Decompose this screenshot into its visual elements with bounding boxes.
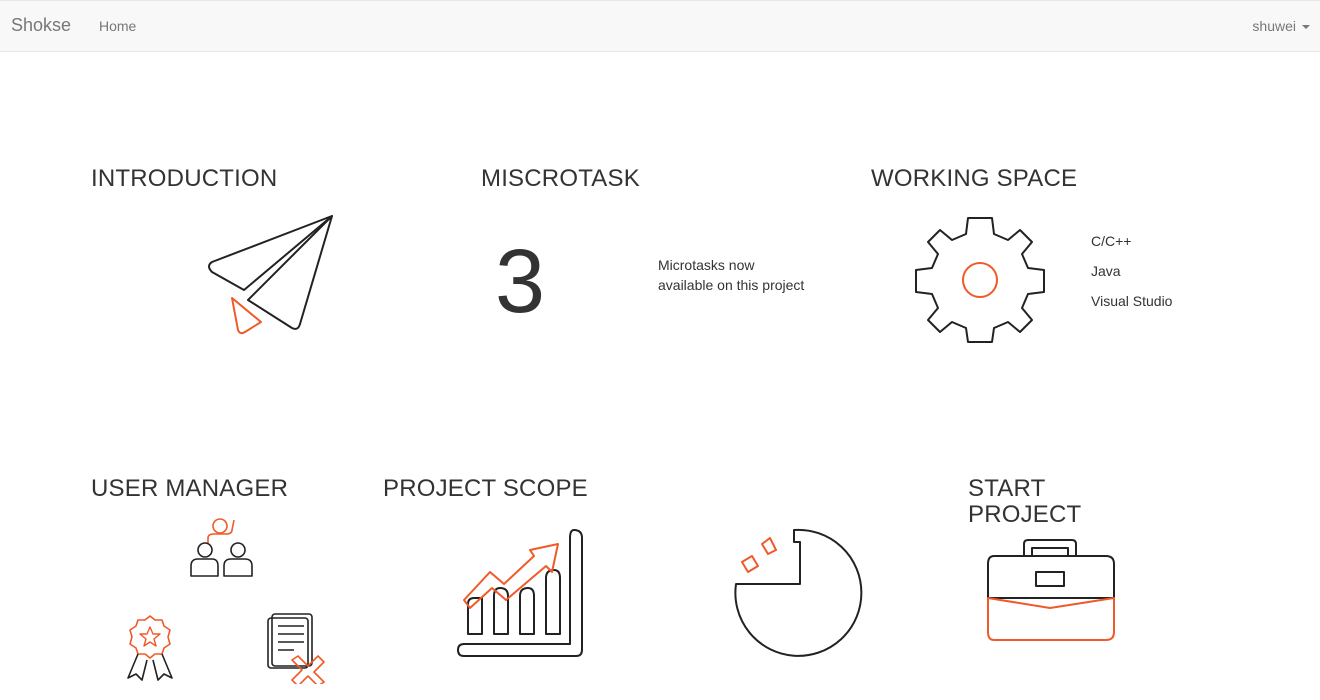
language-item-java: Java [1091,263,1121,279]
pie-chart-icon[interactable] [730,526,870,660]
document-reject-icon[interactable] [264,612,328,684]
briefcase-icon[interactable] [984,536,1118,644]
language-list: C/C++ Java Visual Studio [1091,231,1172,321]
start-project-title-line1[interactable]: START [968,476,1045,502]
project-scope-title[interactable]: PROJECT SCOPE [383,476,588,502]
award-ribbon-icon[interactable] [124,612,176,684]
user-manager-title[interactable]: USER MANAGER [91,476,288,502]
working-space-title[interactable]: WORKING SPACE [871,166,1077,192]
caret-down-icon [1302,25,1310,29]
microtask-caption-line2: available on this project [658,277,805,293]
language-item-visual-studio: Visual Studio [1091,293,1173,309]
paper-plane-icon[interactable] [204,212,338,338]
user-dropdown[interactable]: shuwei [1252,18,1310,34]
navbar: Shokse Home shuwei [0,0,1320,52]
growth-chart-icon[interactable] [456,526,590,660]
start-project-title-line2[interactable]: PROJECT [968,502,1081,528]
introduction-title[interactable]: INTRODUCTION [91,166,277,192]
brand-link[interactable]: Shokse [11,15,71,36]
users-icon[interactable] [186,516,258,580]
language-item-cpp: C/C++ [1091,233,1132,249]
microtask-title[interactable]: MISCROTASK [481,166,640,192]
microtask-count: 3 [495,232,546,332]
nav-home-link[interactable]: Home [99,18,136,34]
user-name: shuwei [1252,18,1296,34]
gear-icon[interactable] [914,214,1046,346]
microtask-caption-line1: Microtasks now [658,257,755,273]
